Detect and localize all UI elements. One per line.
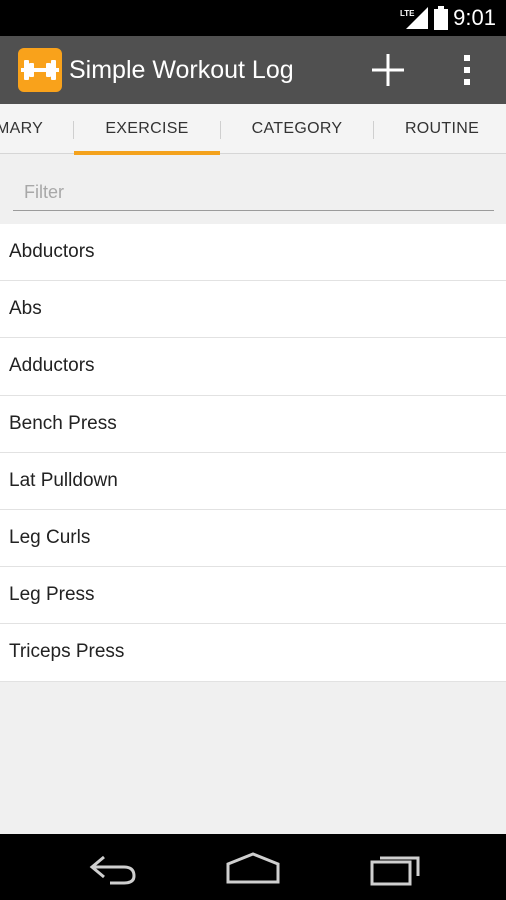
overflow-menu-icon [464,55,470,85]
tab-exercise[interactable]: EXERCISE [74,104,220,154]
list-item[interactable]: Abs [0,281,506,339]
add-button[interactable] [368,50,408,90]
app-title: Simple Workout Log [69,56,294,84]
action-bar: Simple Workout Log [0,36,506,104]
back-icon[interactable] [86,848,140,888]
filter-input[interactable] [13,175,494,211]
list-item[interactable]: Adductors [0,338,506,396]
filter-area [0,155,506,223]
list-item[interactable]: Leg Press [0,567,506,625]
status-time: 9:01 [453,5,496,30]
list-item[interactable]: Leg Curls [0,509,506,568]
tab-category[interactable]: CATEGORY [221,104,373,154]
list-item[interactable]: Abductors [0,224,506,282]
list-item[interactable]: Lat Pulldown [0,452,506,510]
add-icon [372,54,404,86]
tab-strip: MARY EXERCISE CATEGORY ROUTINE [0,104,506,155]
network-label: LTE [400,9,415,18]
app-icon[interactable] [18,48,62,92]
battery-icon [434,6,448,30]
lte-signal-icon: LTE [400,7,428,29]
list-item[interactable]: Bench Press [0,395,506,453]
list-item[interactable]: Triceps Press [0,624,506,682]
overflow-menu-button[interactable] [452,50,482,90]
home-icon[interactable] [224,848,282,888]
navigation-bar [0,834,506,900]
tab-routine[interactable]: ROUTINE [374,104,506,154]
exercise-list: Abductors Abs Adductors Bench Press Lat … [0,224,506,682]
dumbbell-icon [21,60,59,80]
tab-summary[interactable]: MARY [0,104,46,154]
status-bar: LTE 9:01 [0,0,506,36]
recent-apps-icon[interactable] [368,848,424,888]
